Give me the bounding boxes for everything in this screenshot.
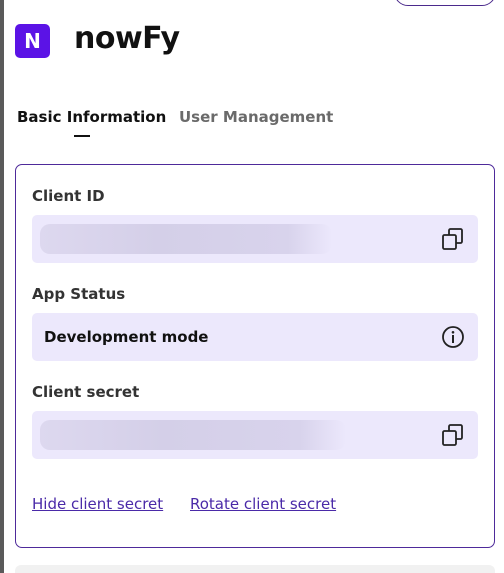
hide-client-secret-link[interactable]: Hide client secret (32, 495, 163, 513)
client-secret-value-redacted (40, 420, 346, 450)
top-action-button[interactable] (394, 0, 496, 6)
client-secret-field (32, 411, 478, 459)
rotate-client-secret-link[interactable]: Rotate client secret (190, 495, 336, 513)
app-title: nowFy (74, 21, 180, 56)
app-status-value: Development mode (44, 328, 209, 346)
copy-icon[interactable] (440, 226, 466, 252)
next-section-edge (15, 565, 495, 573)
tab-basic-information[interactable]: Basic Information (17, 108, 166, 126)
app-logo: N (15, 24, 50, 58)
active-tab-indicator (74, 135, 90, 137)
app-status-label: App Status (32, 285, 126, 303)
app-status-field: Development mode (32, 313, 478, 361)
window-edge (0, 0, 4, 573)
copy-icon[interactable] (440, 422, 466, 448)
info-icon[interactable] (440, 324, 466, 350)
tab-user-management[interactable]: User Management (179, 108, 333, 126)
client-id-value-redacted (40, 224, 332, 254)
client-id-label: Client ID (32, 187, 105, 205)
client-secret-label: Client secret (32, 383, 140, 401)
credentials-card: Client ID App Status Development mode Cl… (15, 164, 495, 548)
client-id-field (32, 215, 478, 263)
